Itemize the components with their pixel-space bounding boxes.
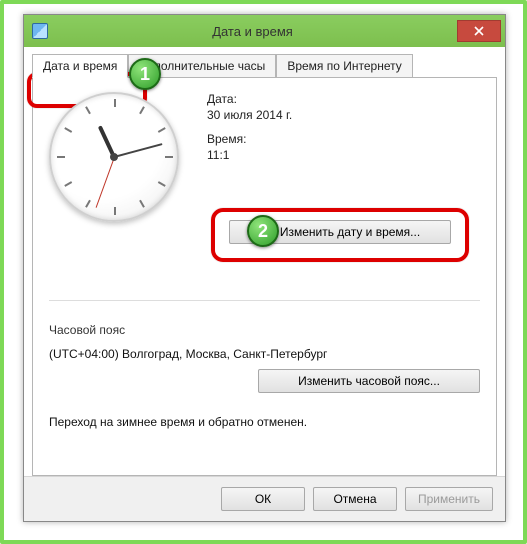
- app-icon: [32, 23, 48, 39]
- change-date-time-label: Изменить дату и время...: [280, 225, 420, 239]
- timezone-value: (UTC+04:00) Волгоград, Москва, Санкт-Пет…: [49, 347, 480, 361]
- tab-panel: 1: [32, 77, 497, 476]
- tabs-area: Дата и время Дополнительные часы Время п…: [24, 47, 505, 476]
- datetime-info: Дата: 30 июля 2014 г. Время: 11:1: [207, 92, 292, 222]
- apply-button[interactable]: Применить: [405, 487, 493, 511]
- time-value: 11:1: [207, 148, 292, 162]
- annotation-badge-2: 2: [247, 215, 279, 247]
- date-time-window: Дата и время Дата и время Дополнительные…: [23, 14, 506, 522]
- annotation-badge-1: 1: [129, 58, 161, 90]
- time-label: Время:: [207, 132, 292, 146]
- ok-button[interactable]: ОК: [221, 487, 305, 511]
- analog-clock: [49, 92, 179, 222]
- window-title: Дата и время: [48, 24, 457, 39]
- datetime-row: Дата: 30 июля 2014 г. Время: 11:1: [49, 92, 480, 222]
- dialog-buttons: ОК Отмена Применить: [24, 476, 505, 521]
- tab-strip: Дата и время Дополнительные часы Время п…: [32, 53, 497, 77]
- date-value: 30 июля 2014 г.: [207, 108, 292, 122]
- tab-date-time[interactable]: Дата и время: [32, 54, 128, 78]
- separator: [49, 300, 480, 301]
- close-button[interactable]: [457, 20, 501, 42]
- change-timezone-button[interactable]: Изменить часовой пояс...: [258, 369, 480, 393]
- timezone-heading: Часовой пояс: [49, 323, 480, 337]
- date-label: Дата:: [207, 92, 292, 106]
- dst-notice: Переход на зимнее время и обратно отмене…: [49, 415, 480, 429]
- close-icon: [474, 26, 484, 36]
- tab-internet-time[interactable]: Время по Интернету: [276, 54, 412, 78]
- titlebar[interactable]: Дата и время: [24, 15, 505, 47]
- change-timezone-label: Изменить часовой пояс...: [298, 374, 440, 388]
- cancel-button[interactable]: Отмена: [313, 487, 397, 511]
